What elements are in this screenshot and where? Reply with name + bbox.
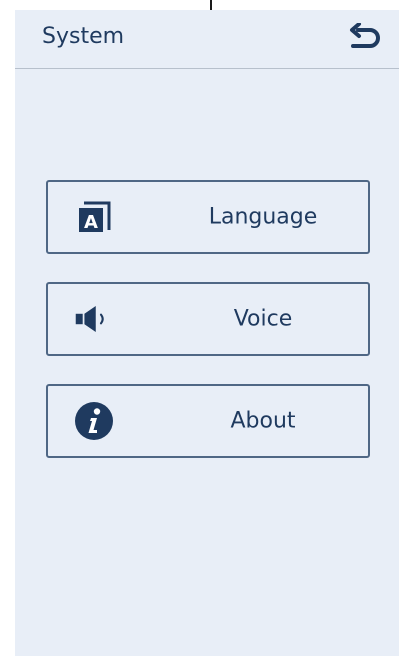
speaker-icon xyxy=(74,299,114,339)
header-bar: System xyxy=(15,10,399,69)
back-arrow-icon xyxy=(347,22,383,55)
voice-button[interactable]: Voice xyxy=(46,282,370,356)
language-icon: A xyxy=(74,197,114,237)
system-screen: System A Language Voice About xyxy=(15,10,399,656)
page-title: System xyxy=(42,24,125,49)
language-label: Language xyxy=(208,204,318,230)
back-button[interactable] xyxy=(345,22,385,56)
svg-text:A: A xyxy=(84,212,98,233)
voice-label: Voice xyxy=(233,306,293,332)
info-icon xyxy=(74,401,114,441)
about-button[interactable]: About xyxy=(46,384,370,458)
language-button[interactable]: A Language xyxy=(46,180,370,254)
about-label: About xyxy=(230,408,296,434)
